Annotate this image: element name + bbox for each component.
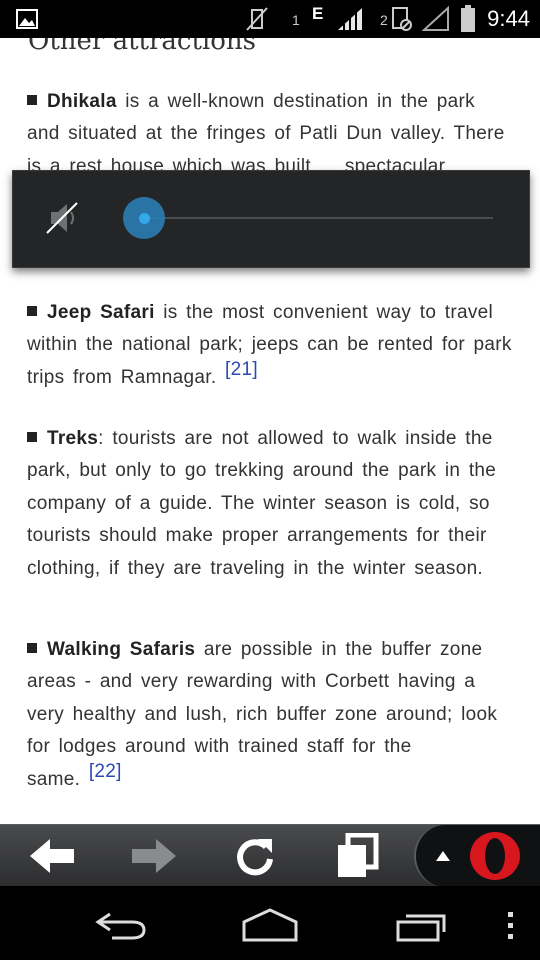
section-heading: Other attractions: [28, 38, 256, 56]
list-item-term: Jeep Safari: [47, 302, 155, 323]
home-icon[interactable]: [240, 908, 300, 942]
reload-button[interactable]: [216, 825, 296, 887]
recent-apps-icon[interactable]: [394, 910, 450, 942]
back-icon[interactable]: [92, 910, 148, 940]
status-bar: 1 E 2 9:44: [0, 0, 540, 38]
opera-menu-icon: [470, 832, 520, 880]
bullet-marker: [27, 306, 37, 316]
bullet-marker: [27, 643, 37, 653]
volume-slider-track[interactable]: [145, 217, 493, 219]
back-arrow-icon: [30, 839, 74, 873]
list-item-walking-safaris: Walking Safaris are possible in the buff…: [27, 634, 512, 796]
browser-toolbar: [0, 824, 540, 887]
network-type-label: E: [312, 4, 324, 23]
list-item-jeep-safari: Jeep Safari is the most convenient way t…: [27, 297, 512, 394]
citation-link[interactable]: [21]: [225, 359, 258, 380]
tabs-button[interactable]: [318, 825, 398, 887]
bullet-marker: [27, 432, 37, 442]
citation-link[interactable]: [22]: [89, 761, 122, 782]
article-content[interactable]: Other attractions Dhikala is a well-know…: [0, 38, 540, 824]
navigation-bar: [0, 886, 540, 960]
volume-slider-thumb[interactable]: [123, 197, 165, 239]
no-signal-icon: [422, 6, 449, 31]
list-item-text: : tourists are not allowed to walk insid…: [27, 428, 497, 579]
sim2-icon: [392, 7, 412, 31]
bullet-marker: [27, 95, 37, 105]
volume-slider-thumb-dot: [139, 213, 150, 224]
image-notification-icon: [16, 9, 38, 29]
reload-icon: [237, 839, 273, 876]
signal-icon: [338, 8, 362, 30]
list-item-term: Dhikala: [47, 91, 117, 112]
clock: 9:44: [487, 6, 530, 31]
sim2-label: 2: [380, 12, 388, 28]
speaker-muted-icon[interactable]: [43, 199, 83, 237]
overflow-menu-icon[interactable]: [504, 910, 516, 940]
list-item-treks: Treks: tourists are not allowed to walk …: [27, 423, 512, 585]
vibrate-off-icon: [246, 7, 268, 31]
battery-icon: [461, 5, 475, 32]
sim1-label: 1: [292, 12, 300, 28]
opera-menu-button[interactable]: [414, 825, 540, 887]
volume-overlay: [12, 170, 530, 268]
list-item-term: Walking Safaris: [47, 639, 196, 660]
chevron-up-icon: [436, 851, 450, 861]
back-button[interactable]: [12, 825, 92, 887]
forward-button[interactable]: [114, 825, 194, 887]
list-item-term: Treks: [47, 428, 99, 449]
tabs-icon: [338, 833, 379, 877]
forward-arrow-icon: [132, 839, 176, 873]
